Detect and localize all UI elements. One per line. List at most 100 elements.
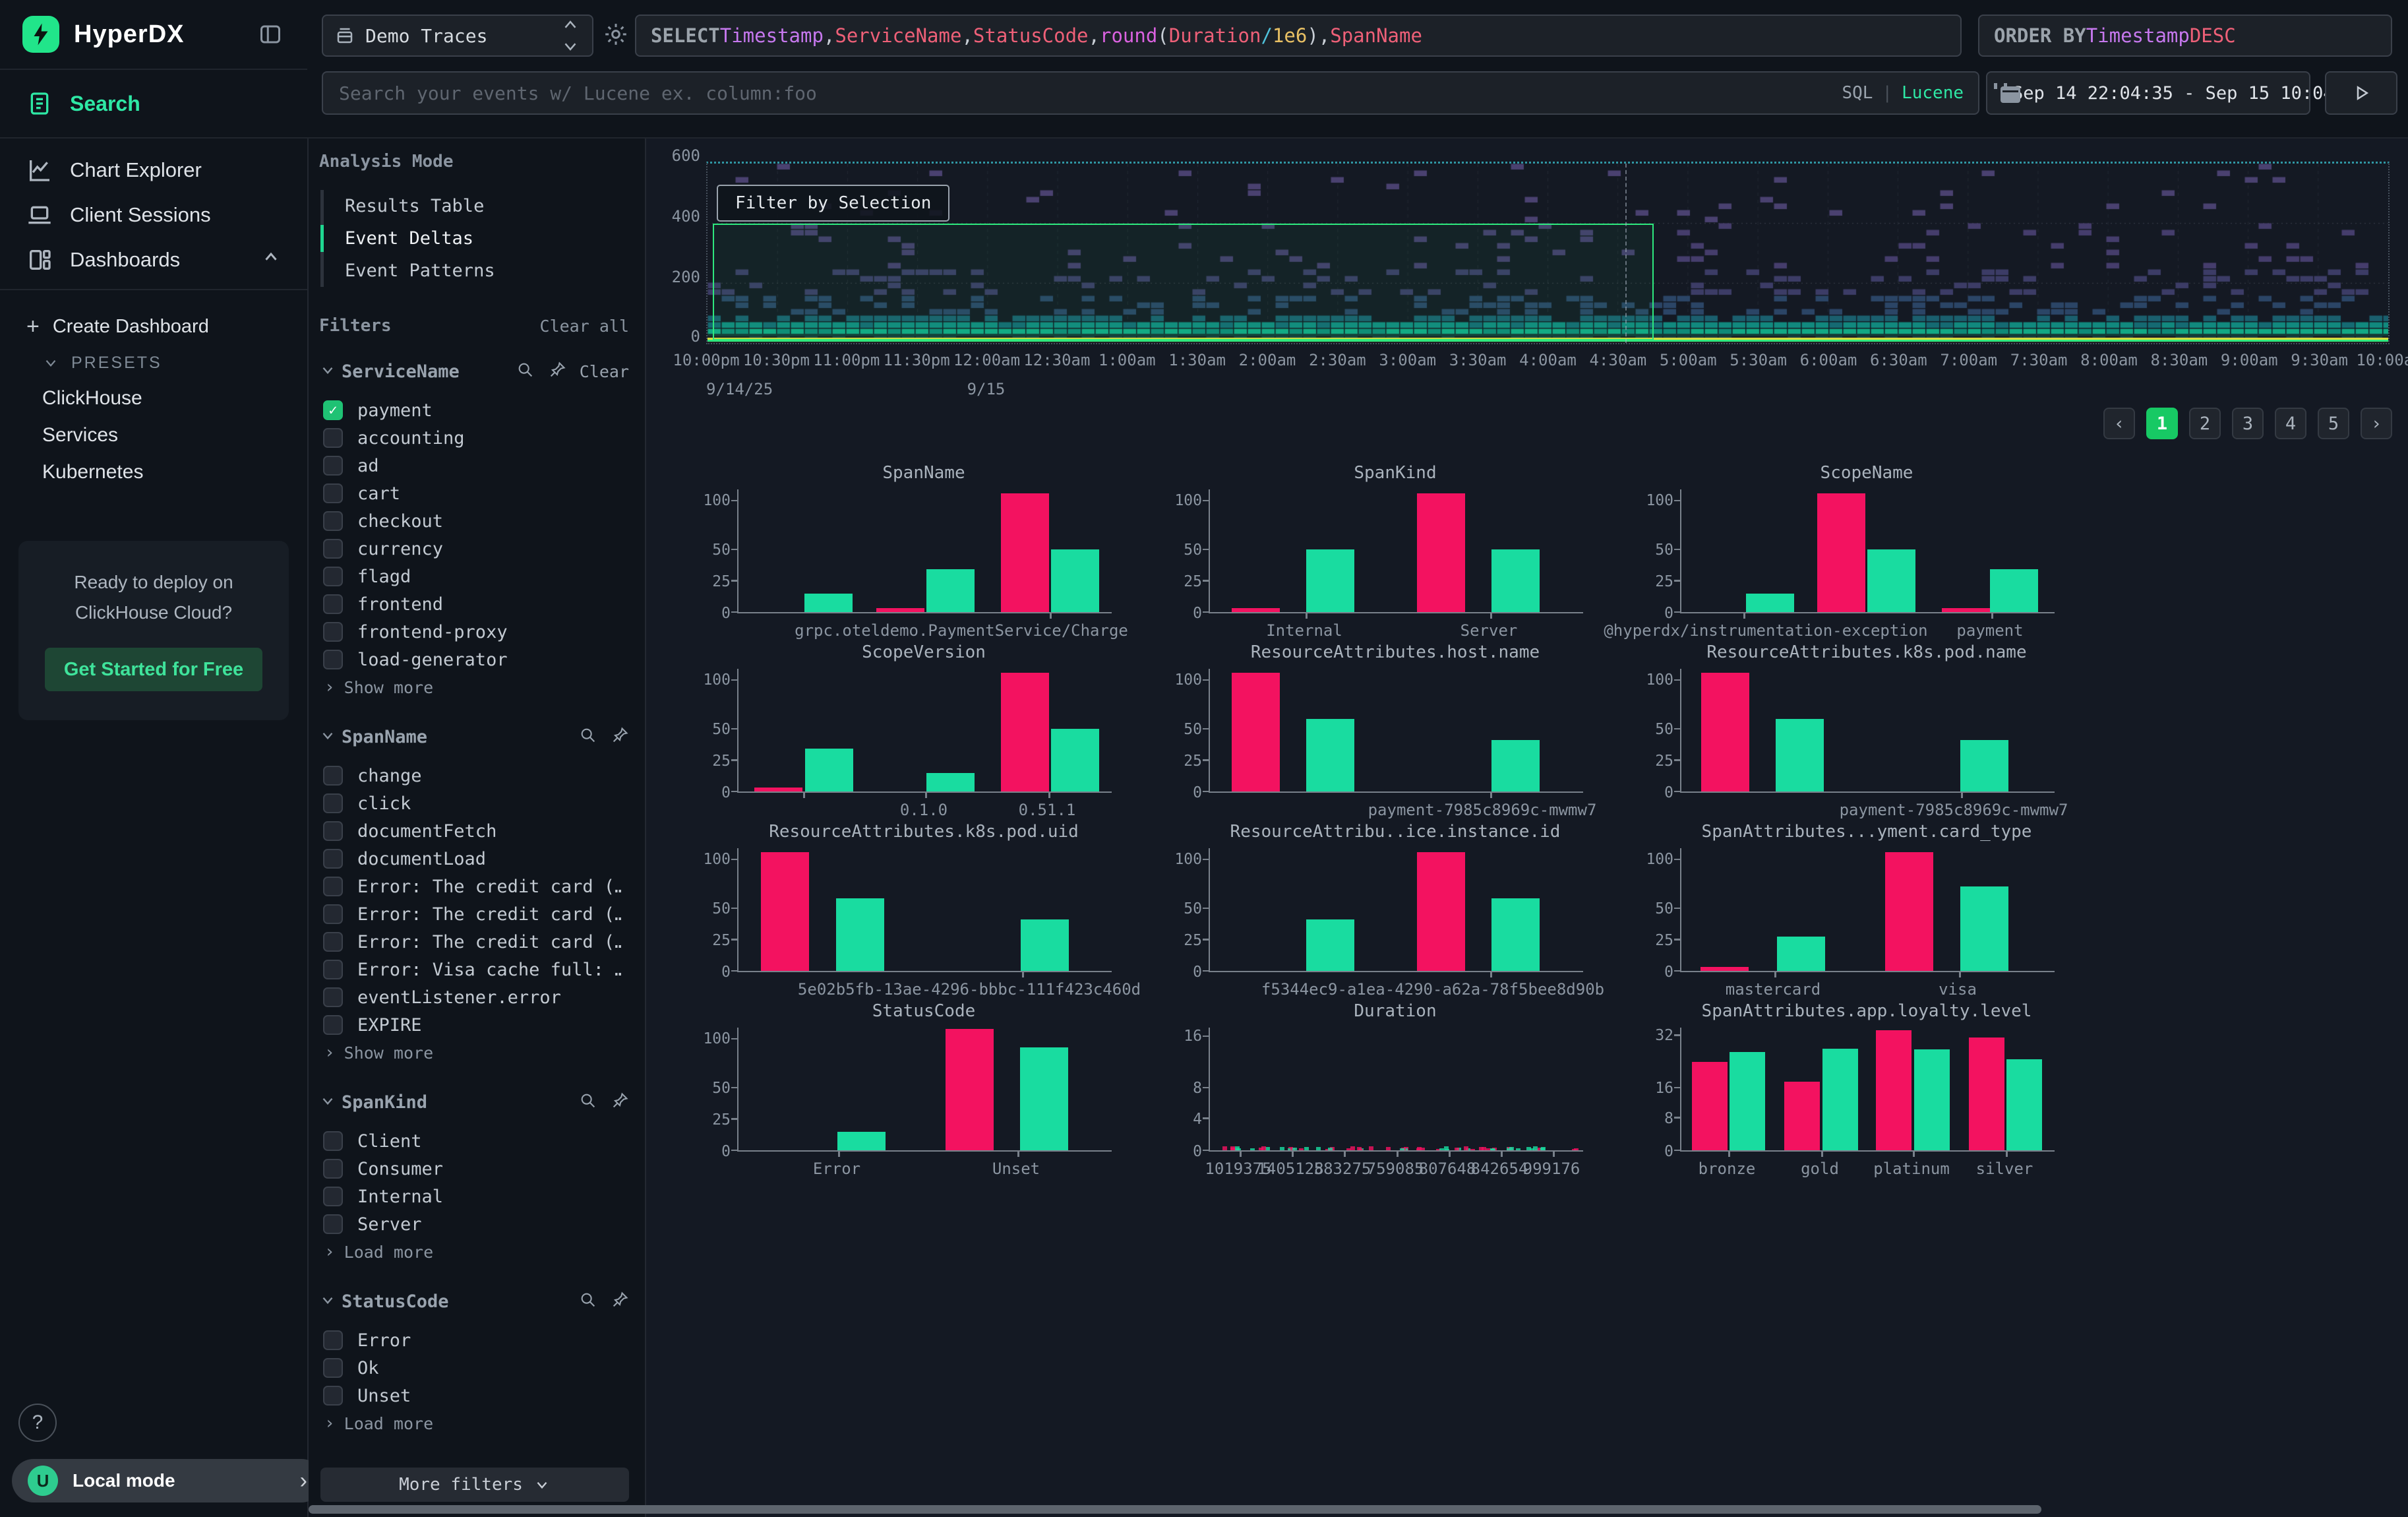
checkbox[interactable] xyxy=(323,1214,343,1234)
mini-chart-service-instance-id[interactable]: ResourceAttribu..ice.instance.id02550100… xyxy=(1170,822,1606,1003)
sidebar-item-chart-explorer[interactable]: Chart Explorer xyxy=(0,148,307,193)
filter-option-currency[interactable]: currency xyxy=(319,535,629,563)
search-icon[interactable] xyxy=(516,361,535,382)
checkbox[interactable] xyxy=(323,960,343,979)
help-button[interactable]: ? xyxy=(18,1404,57,1442)
filter-option-unset[interactable]: Unset xyxy=(319,1382,629,1409)
analysis-mode-results-table[interactable]: Results Table xyxy=(324,190,629,222)
filter-option-accounting[interactable]: accounting xyxy=(319,424,629,452)
search-icon[interactable] xyxy=(579,726,597,747)
filter-option-flagd[interactable]: flagd xyxy=(319,563,629,590)
filter-option-change[interactable]: change xyxy=(319,762,629,789)
mini-chart-loyalty-level[interactable]: SpanAttributes.app.loyalty.level081632br… xyxy=(1642,1001,2077,1182)
sidebar-collapse-icon[interactable] xyxy=(256,20,285,49)
filter-option-error-the-credit-card-[interactable]: Error: The credit card (… xyxy=(319,900,629,928)
checkbox[interactable] xyxy=(323,1187,343,1206)
sql-toggle[interactable]: SQL xyxy=(1842,83,1873,103)
filter-option-consumer[interactable]: Consumer xyxy=(319,1155,629,1183)
checkbox[interactable] xyxy=(323,1131,343,1151)
filter-option-client[interactable]: Client xyxy=(319,1127,629,1155)
filter-option-error[interactable]: Error xyxy=(319,1326,629,1354)
chevron-down-icon[interactable] xyxy=(319,361,336,381)
mini-chart-scopename[interactable]: ScopeName02550100@hyperdx/instrumentatio… xyxy=(1642,463,2077,644)
chevron-up-icon[interactable] xyxy=(261,247,281,272)
page-next[interactable]: › xyxy=(2361,408,2392,439)
order-by-input[interactable]: ORDER BY Timestamp DESC xyxy=(1978,15,2392,57)
checkbox[interactable] xyxy=(323,932,343,952)
analysis-mode-event-deltas[interactable]: Event Deltas xyxy=(324,222,629,255)
filter-option-ad[interactable]: ad xyxy=(319,452,629,480)
checkbox[interactable] xyxy=(323,567,343,586)
checkbox[interactable] xyxy=(323,483,343,503)
chevron-down-icon[interactable] xyxy=(319,727,336,747)
checkbox[interactable] xyxy=(323,622,343,642)
mini-chart-spankind[interactable]: SpanKind02550100InternalServer xyxy=(1170,463,1606,644)
mini-chart-card-type[interactable]: SpanAttributes...yment.card_type02550100… xyxy=(1642,822,2077,1003)
chevron-down-icon[interactable] xyxy=(319,1092,336,1112)
checkbox[interactable] xyxy=(323,793,343,813)
filter-option-server[interactable]: Server xyxy=(319,1210,629,1238)
filter-option-load-generator[interactable]: load-generator xyxy=(319,646,629,673)
filter-by-selection-button[interactable]: Filter by Selection xyxy=(717,185,949,222)
filter-option-ok[interactable]: Ok xyxy=(319,1354,629,1382)
heatmap-selection-box[interactable] xyxy=(713,224,1654,341)
filter-option-checkout[interactable]: checkout xyxy=(319,507,629,535)
checkbox[interactable] xyxy=(323,1330,343,1350)
filter-option-frontend[interactable]: frontend xyxy=(319,590,629,618)
presets-toggle[interactable]: PRESETS xyxy=(0,346,307,380)
clear-all-button[interactable]: Clear all xyxy=(540,317,629,336)
filter-option-eventlistener-error[interactable]: eventListener.error xyxy=(319,983,629,1011)
show-more-button[interactable]: ›Show more xyxy=(319,1039,629,1067)
checkbox[interactable] xyxy=(323,456,343,476)
sidebar-item-search[interactable]: Search xyxy=(0,70,307,139)
filter-option-error-the-credit-card-[interactable]: Error: The credit card (… xyxy=(319,873,629,900)
page-1[interactable]: 1 xyxy=(2146,408,2178,439)
mini-chart-host-name[interactable]: ResourceAttributes.host.name02550100paym… xyxy=(1170,642,1606,823)
mini-chart-scopeversion[interactable]: ScopeVersion025501000.1.00.51.1 xyxy=(699,642,1134,823)
page-4[interactable]: 4 xyxy=(2275,408,2306,439)
lucene-toggle[interactable]: Lucene xyxy=(1902,83,1964,103)
chevron-down-icon[interactable] xyxy=(319,1291,336,1311)
page-prev[interactable]: ‹ xyxy=(2103,408,2135,439)
checkbox[interactable] xyxy=(323,1386,343,1406)
get-started-button[interactable]: Get Started for Free xyxy=(45,648,262,691)
checkbox[interactable] xyxy=(323,766,343,786)
more-filters-button[interactable]: More filters xyxy=(320,1468,629,1502)
filter-option-expire[interactable]: EXPIRE xyxy=(319,1011,629,1039)
local-mode-menu[interactable]: U Local mode › xyxy=(12,1459,323,1502)
checkbox[interactable] xyxy=(323,877,343,896)
search-icon[interactable] xyxy=(579,1291,597,1312)
page-3[interactable]: 3 xyxy=(2232,408,2264,439)
search-icon[interactable] xyxy=(579,1092,597,1113)
checkbox[interactable] xyxy=(323,1015,343,1035)
filter-option-internal[interactable]: Internal xyxy=(319,1183,629,1210)
pin-icon[interactable] xyxy=(611,1092,629,1113)
horizontal-scrollbar[interactable] xyxy=(309,1505,2041,1514)
gear-icon[interactable] xyxy=(603,21,629,50)
show-more-button[interactable]: ›Show more xyxy=(319,673,629,701)
mini-chart-k8s-pod-uid[interactable]: ResourceAttributes.k8s.pod.uid025501005e… xyxy=(699,822,1134,1003)
checkbox[interactable] xyxy=(323,539,343,559)
filter-option-error-the-credit-card-[interactable]: Error: The credit card (… xyxy=(319,928,629,956)
checkbox[interactable] xyxy=(323,904,343,924)
filter-option-payment[interactable]: ✓payment xyxy=(319,396,629,424)
mini-chart-spanname[interactable]: SpanName02550100grpc.oteldemo.PaymentSer… xyxy=(699,463,1134,644)
source-select[interactable]: Demo Traces xyxy=(322,15,593,57)
filter-option-cart[interactable]: cart xyxy=(319,480,629,507)
preset-item-clickhouse[interactable]: ClickHouse xyxy=(0,380,307,417)
filter-option-error-visa-cache-full-[interactable]: Error: Visa cache full: … xyxy=(319,956,629,983)
checkbox[interactable] xyxy=(323,428,343,448)
preset-item-kubernetes[interactable]: Kubernetes xyxy=(0,454,307,491)
page-5[interactable]: 5 xyxy=(2318,408,2349,439)
preset-item-services[interactable]: Services xyxy=(0,417,307,454)
query-language-toggle[interactable]: SQL | Lucene xyxy=(1842,83,1964,103)
filter-option-frontend-proxy[interactable]: frontend-proxy xyxy=(319,618,629,646)
analysis-mode-event-patterns[interactable]: Event Patterns xyxy=(324,255,629,287)
sidebar-item-dashboards[interactable]: Dashboards xyxy=(0,237,307,282)
checkbox[interactable] xyxy=(323,987,343,1007)
search-input[interactable] xyxy=(338,82,1842,105)
show-more-button[interactable]: ›Load more xyxy=(319,1238,629,1266)
checkbox[interactable] xyxy=(323,1358,343,1378)
checkbox[interactable] xyxy=(323,821,343,841)
filter-option-documentload[interactable]: documentLoad xyxy=(319,845,629,873)
